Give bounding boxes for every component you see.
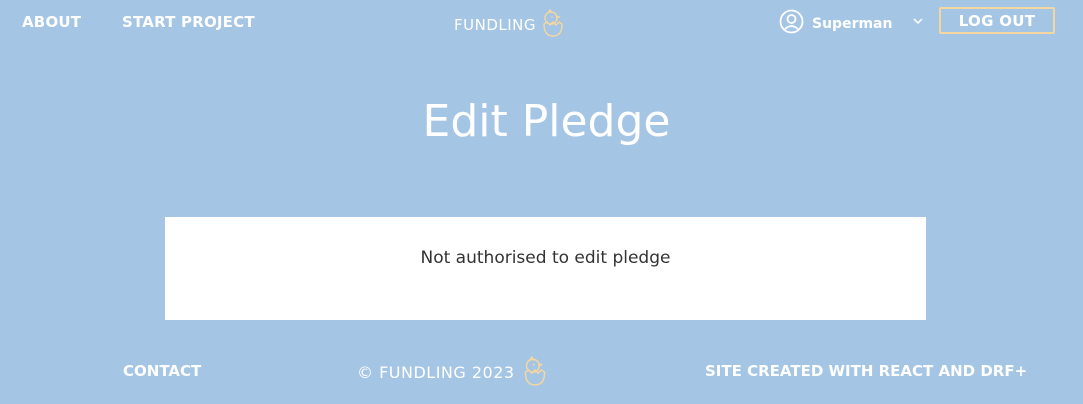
brand-name: FUNDLING — [454, 15, 537, 34]
user-circle-icon — [779, 9, 804, 39]
user-menu[interactable]: Superman — [779, 9, 923, 39]
logout-button[interactable]: LOG OUT — [939, 7, 1055, 34]
message-card: Not authorised to edit pledge — [165, 217, 926, 320]
chick-egg-icon — [542, 7, 564, 42]
nav-start-project-link[interactable]: START PROJECT — [122, 13, 255, 31]
page-title: Edit Pledge — [422, 96, 671, 147]
user-name: Superman — [812, 16, 893, 32]
not-authorised-message: Not authorised to edit pledge — [420, 248, 671, 268]
footer-brand: © FUNDLING 2023 — [357, 354, 547, 391]
chevron-down-icon — [912, 13, 924, 31]
nav-about-link[interactable]: ABOUT — [22, 13, 81, 31]
footer-credit-link[interactable]: SITE CREATED WITH REACT AND DRF+ — [705, 362, 1027, 380]
chick-egg-icon — [523, 354, 547, 391]
footer-contact-link[interactable]: CONTACT — [123, 362, 201, 380]
brand-home-link[interactable]: FUNDLING — [454, 7, 564, 42]
copyright-text: © FUNDLING 2023 — [357, 363, 515, 382]
